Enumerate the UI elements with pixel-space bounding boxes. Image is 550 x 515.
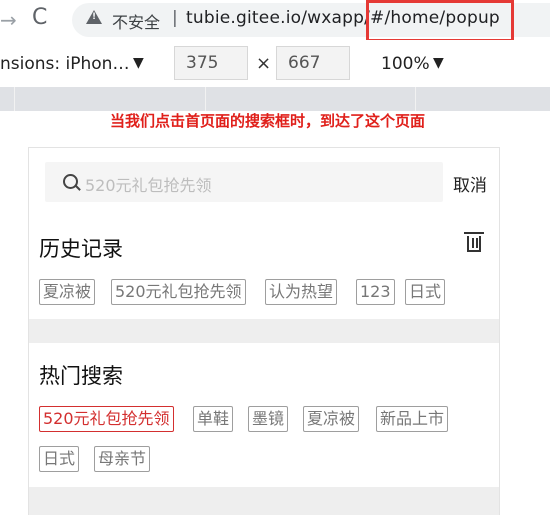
ruler-tick [205, 87, 206, 111]
zoom-caret-icon[interactable]: ▼ [433, 55, 444, 71]
width-input[interactable]: 375 [174, 46, 248, 80]
hot-tag[interactable]: 夏凉被 [303, 406, 360, 432]
search-input[interactable]: 520元礼包抢先领 [45, 162, 443, 202]
dimension-separator: × [256, 53, 272, 74]
bottom-divider [29, 487, 499, 515]
ruler-tick [415, 87, 416, 111]
history-tag[interactable]: 认为热望 [265, 279, 338, 305]
search-icon [63, 174, 78, 189]
trash-icon[interactable] [464, 232, 484, 252]
hot-tag[interactable]: 单鞋 [193, 406, 234, 432]
ruler-tick [14, 87, 15, 111]
device-selector[interactable]: nsions: iPhon… [0, 54, 129, 74]
hot-tag[interactable]: 墨镜 [248, 406, 289, 432]
history-tag[interactable]: 520元礼包抢先领 [111, 279, 246, 305]
history-tag[interactable]: 日式 [405, 279, 446, 305]
history-tag[interactable]: 123 [356, 279, 395, 305]
forward-arrow-icon[interactable]: → [0, 8, 17, 32]
hot-tag[interactable]: 日式 [39, 446, 80, 472]
reload-icon[interactable]: C [32, 5, 47, 30]
search-placeholder: 520元礼包抢先领 [85, 176, 212, 195]
history-tag[interactable]: 夏凉被 [39, 279, 96, 305]
annotation-text: 当我们点击首页面的搜索框时，到达了这个页面 [110, 112, 426, 130]
hot-tag[interactable]: 母亲节 [94, 446, 151, 472]
phone-viewport: 520元礼包抢先领 取消 历史记录 夏凉被 520元礼包抢先领 认为热望 123… [28, 147, 500, 515]
hot-tag[interactable]: 新品上市 [376, 406, 449, 432]
section-divider [29, 319, 499, 343]
security-label[interactable]: 不安全 [112, 9, 160, 33]
ruler [0, 87, 550, 111]
height-input[interactable]: 667 [276, 46, 350, 80]
cancel-button[interactable]: 取消 [453, 171, 487, 196]
address-bar-row: → C 不安全 | tubie.gitee.io/wxapp/#/home/po… [0, 0, 550, 42]
device-toolbar: nsions: iPhon… ▼ 375 × 667 100% ▼ [0, 40, 550, 87]
warning-icon[interactable] [86, 10, 102, 24]
hot-search-title: 热门搜索 [39, 364, 123, 388]
zoom-selector[interactable]: 100% [381, 54, 430, 74]
hot-tag[interactable]: 520元礼包抢先领 [39, 406, 174, 432]
device-caret-icon[interactable]: ▼ [133, 55, 144, 71]
url-highlight-box [366, 0, 514, 42]
history-title: 历史记录 [39, 237, 123, 261]
url-separator: | [172, 8, 178, 28]
